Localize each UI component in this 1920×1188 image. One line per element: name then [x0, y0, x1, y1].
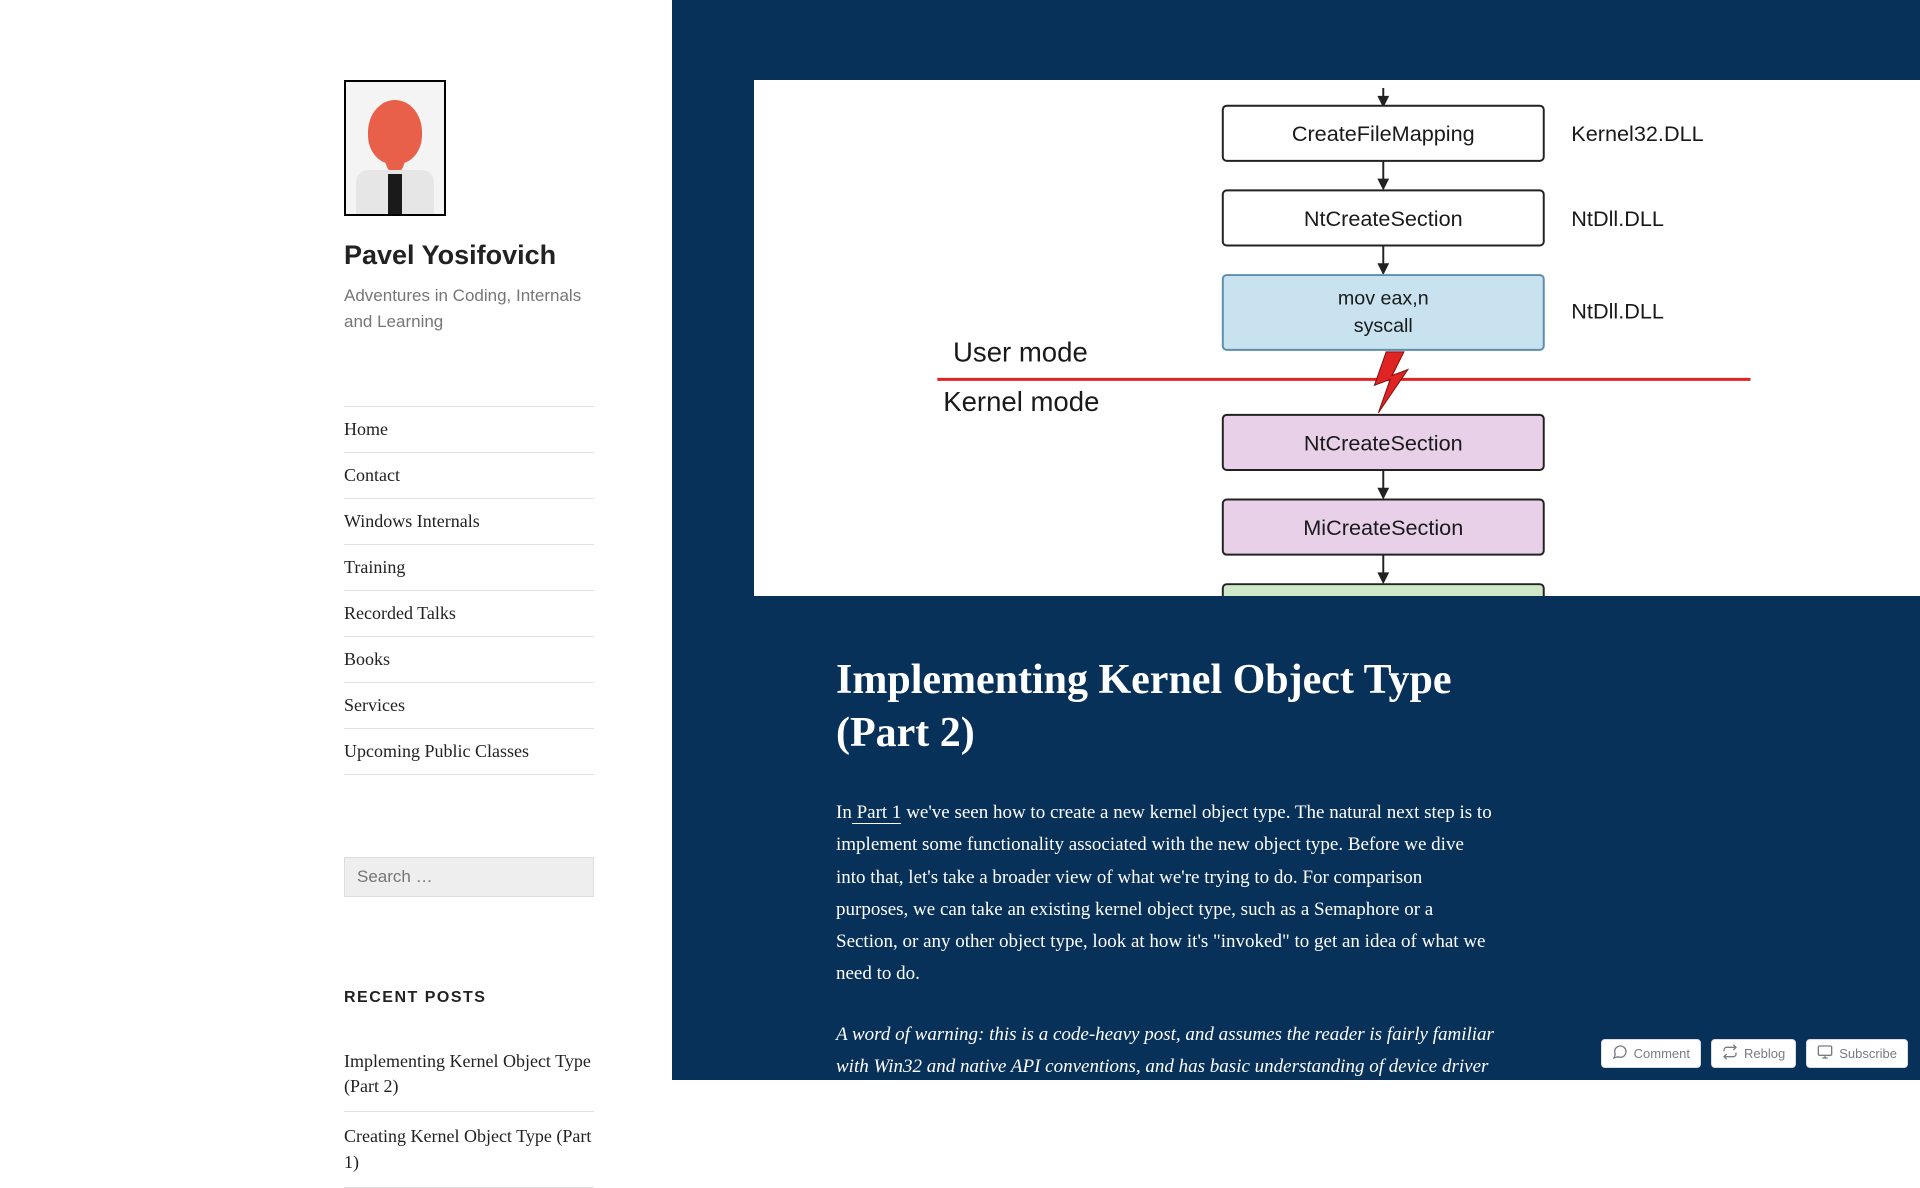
- article-intro: In Part 1 we've seen how to create a new…: [836, 797, 1496, 991]
- article: Implementing Kernel Object Type (Part 2)…: [836, 654, 1496, 1080]
- diagram-box-syscall-line1: mov eax,n: [1338, 288, 1429, 310]
- diagram-label-kernel32: Kernel32.DLL: [1571, 121, 1703, 146]
- diagram-label-kernel-mode: Kernel mode: [943, 386, 1099, 417]
- reblog-button[interactable]: Reblog: [1711, 1039, 1796, 1068]
- main-content: CreateFileMapping Kernel32.DLL NtCreateS…: [672, 0, 1920, 1080]
- subscribe-label: Subscribe: [1839, 1046, 1897, 1061]
- recent-post-link[interactable]: Creating Kernel Object Type (Part 1): [344, 1112, 594, 1187]
- nav-item-windows-internals[interactable]: Windows Internals: [344, 499, 594, 545]
- diagram-box-micreatesection: MiCreateSection: [1303, 515, 1463, 540]
- avatar[interactable]: [344, 80, 446, 216]
- footer-actions: Comment Reblog Subscribe: [1601, 1039, 1908, 1068]
- diagram-label-user-mode: User mode: [953, 337, 1088, 368]
- subscribe-button[interactable]: Subscribe: [1806, 1039, 1908, 1068]
- comment-icon: [1612, 1044, 1628, 1063]
- subscribe-icon: [1817, 1044, 1833, 1063]
- nav-item-recorded-talks[interactable]: Recorded Talks: [344, 591, 594, 637]
- featured-diagram: CreateFileMapping Kernel32.DLL NtCreateS…: [754, 80, 1920, 596]
- site-title[interactable]: Pavel Yosifovich: [344, 240, 594, 271]
- article-warning: A word of warning: this is a code-heavy …: [836, 1019, 1496, 1080]
- primary-nav: Home Contact Windows Internals Training …: [344, 406, 594, 775]
- part1-link[interactable]: Part 1: [852, 802, 902, 824]
- search-input[interactable]: [344, 857, 594, 897]
- nav-item-contact[interactable]: Contact: [344, 453, 594, 499]
- diagram-box-syscall-line2: syscall: [1354, 315, 1413, 337]
- diagram-box-ntcreatesection-user: NtCreateSection: [1304, 206, 1463, 231]
- reblog-label: Reblog: [1744, 1046, 1785, 1061]
- nav-item-services[interactable]: Services: [344, 683, 594, 729]
- nav-item-training[interactable]: Training: [344, 545, 594, 591]
- nav-item-upcoming-classes[interactable]: Upcoming Public Classes: [344, 729, 594, 775]
- nav-item-books[interactable]: Books: [344, 637, 594, 683]
- reblog-icon: [1722, 1044, 1738, 1063]
- article-title: Implementing Kernel Object Type (Part 2): [836, 654, 1496, 759]
- recent-posts-heading: RECENT POSTS: [344, 989, 594, 1007]
- diagram-box-createfilemapping: CreateFileMapping: [1292, 121, 1475, 146]
- recent-post-link[interactable]: Implementing Kernel Object Type (Part 2): [344, 1037, 594, 1112]
- nav-item-home[interactable]: Home: [344, 407, 594, 453]
- diagram-label-ntdll1: NtDll.DLL: [1571, 206, 1664, 231]
- diagram-label-ntdll2: NtDll.DLL: [1571, 298, 1664, 323]
- comment-button[interactable]: Comment: [1601, 1039, 1701, 1068]
- comment-label: Comment: [1634, 1046, 1690, 1061]
- diagram-box-ntcreatesection-kernel: NtCreateSection: [1304, 430, 1463, 455]
- sidebar: Pavel Yosifovich Adventures in Coding, I…: [0, 0, 672, 1080]
- site-tagline: Adventures in Coding, Internals and Lear…: [344, 283, 594, 334]
